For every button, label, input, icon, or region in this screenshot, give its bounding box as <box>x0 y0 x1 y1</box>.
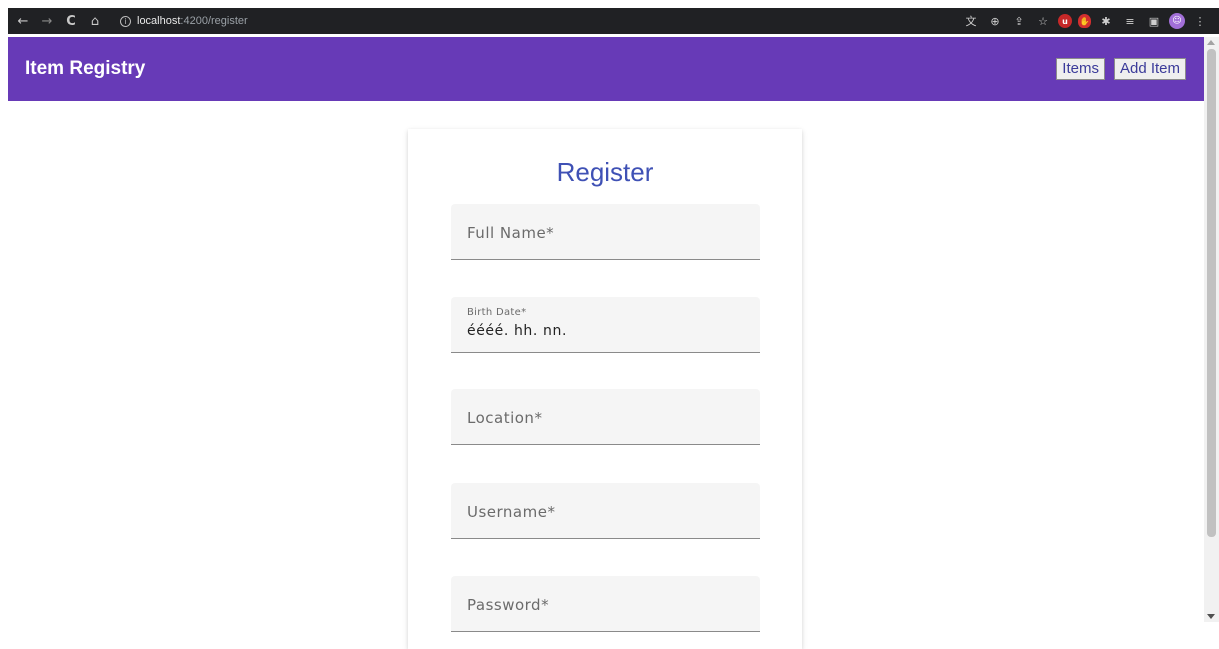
browser-bar: ← → C ⌂ i localhost:4200/register 文 ⊕ ⇪ … <box>0 0 1219 40</box>
home-icon[interactable]: ⌂ <box>84 10 106 32</box>
info-icon[interactable]: i <box>120 15 131 27</box>
browser-menu-icon[interactable]: ⋮ <box>1191 12 1209 30</box>
birth-date-label: Birth Date* <box>467 307 527 318</box>
ublock-extension-icon[interactable]: u <box>1058 14 1072 28</box>
url-path: :4200/register <box>180 15 248 27</box>
forward-arrow-icon[interactable]: → <box>36 10 58 32</box>
full-name-field[interactable]: Full Name* <box>451 204 760 260</box>
full-name-label: Full Name* <box>467 224 555 242</box>
extensions-puzzle-icon[interactable]: ✱ <box>1097 12 1115 30</box>
reload-icon[interactable]: C <box>60 10 82 32</box>
adblock-extension-icon[interactable]: ✋ <box>1078 14 1091 28</box>
back-arrow-icon[interactable]: ← <box>12 10 34 32</box>
browser-toolbar: ← → C ⌂ i localhost:4200/register 文 ⊕ ⇪ … <box>8 8 1219 34</box>
username-field[interactable]: Username* <box>451 483 760 539</box>
side-panel-icon[interactable]: ▣ <box>1145 12 1163 30</box>
scroll-down-arrow-icon[interactable] <box>1207 614 1215 619</box>
bookmark-star-icon[interactable]: ☆ <box>1034 12 1052 30</box>
register-card: Register Full Name* Birth Date* éééé. hh… <box>408 129 802 649</box>
location-label: Location* <box>467 409 543 427</box>
app-toolbar: Item Registry Items Add Item <box>8 37 1204 101</box>
scroll-thumb[interactable] <box>1207 49 1216 537</box>
browser-tools: 文 ⊕ ⇪ ☆ u ✋ ✱ ≡ ▣ ☺ ⋮ <box>962 12 1209 30</box>
username-label: Username* <box>467 503 556 521</box>
page-scrollbar[interactable] <box>1204 37 1219 622</box>
birth-date-value: éééé. hh. nn. <box>467 323 567 339</box>
profile-avatar-icon[interactable]: ☺ <box>1169 13 1185 29</box>
scroll-up-arrow-icon[interactable] <box>1207 40 1215 45</box>
add-item-button[interactable]: Add Item <box>1113 58 1186 80</box>
birth-date-field[interactable]: Birth Date* éééé. hh. nn. <box>451 297 760 353</box>
browser-nav: ← → C ⌂ <box>12 10 106 32</box>
address-bar[interactable]: i localhost:4200/register <box>120 11 248 31</box>
location-field[interactable]: Location* <box>451 389 760 445</box>
reading-list-icon[interactable]: ≡ <box>1121 12 1139 30</box>
password-field[interactable]: Password* <box>451 576 760 632</box>
register-title: Register <box>556 157 654 187</box>
app-title: Item Registry <box>25 58 146 79</box>
password-label: Password* <box>467 596 550 614</box>
toolbar-actions: Items Add Item <box>1056 58 1186 80</box>
url-host: localhost <box>137 15 181 27</box>
share-icon[interactable]: ⇪ <box>1010 12 1028 30</box>
items-button[interactable]: Items <box>1056 58 1105 80</box>
zoom-icon[interactable]: ⊕ <box>986 12 1004 30</box>
translate-icon[interactable]: 文 <box>962 12 980 30</box>
